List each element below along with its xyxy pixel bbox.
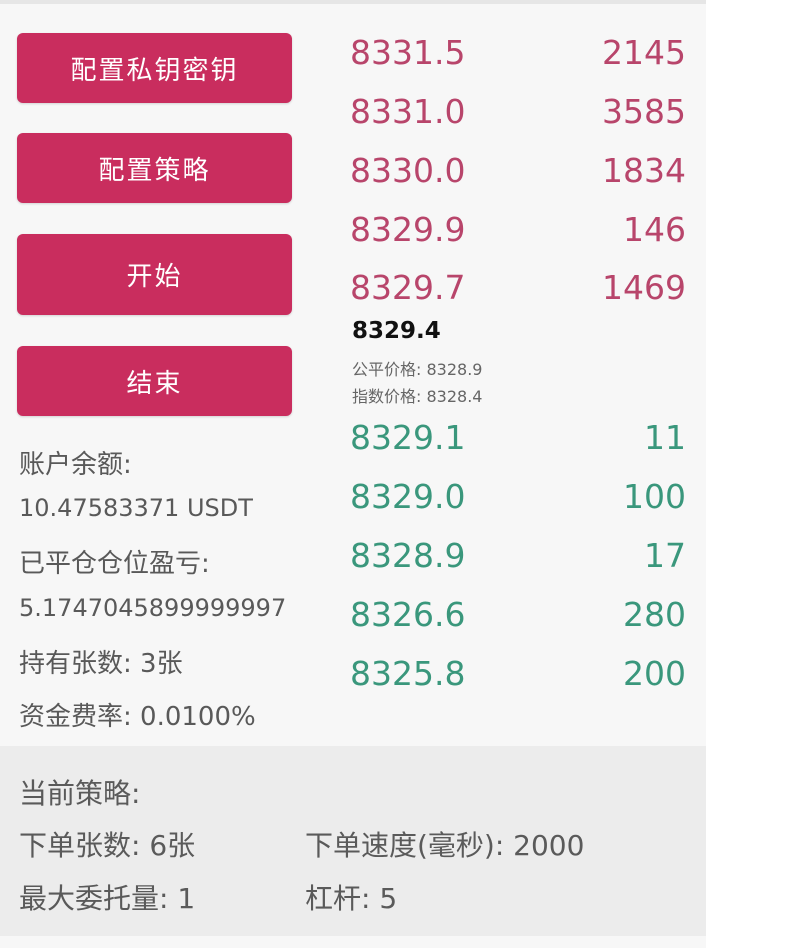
ask-price: 8329.7	[350, 267, 466, 307]
ask-row[interactable]: 8329.7 1469	[350, 262, 686, 312]
ask-row[interactable]: 8331.5 2145	[350, 27, 686, 77]
bid-price: 8329.0	[350, 476, 466, 516]
configure-strategy-button[interactable]: 配置策略	[17, 133, 292, 203]
configure-keys-button[interactable]: 配置私钥密钥	[17, 33, 292, 103]
bid-row[interactable]: 8326.6 280	[350, 589, 686, 639]
bid-price: 8329.1	[350, 417, 466, 457]
bid-size: 200	[623, 653, 686, 693]
bid-price: 8328.9	[350, 535, 466, 575]
leverage-text: 杠杆: 5	[305, 882, 398, 915]
closed-pnl-value: 5.1747045899999997	[19, 594, 287, 622]
strategy-title: 当前策略:	[19, 777, 141, 810]
bid-size: 280	[623, 594, 686, 634]
last-price: 8329.4	[352, 318, 441, 344]
ask-size: 1469	[602, 267, 686, 307]
bid-row[interactable]: 8329.0 100	[350, 471, 686, 521]
bid-price: 8326.6	[350, 594, 466, 634]
bid-row[interactable]: 8325.8 200	[350, 648, 686, 698]
bid-row[interactable]: 8328.9 17	[350, 530, 686, 580]
ask-size: 1834	[602, 150, 686, 190]
ask-price: 8331.0	[350, 91, 466, 131]
ask-row[interactable]: 8330.0 1834	[350, 145, 686, 195]
bid-row[interactable]: 8329.1 11	[350, 412, 686, 462]
trading-panel: 配置私钥密钥 配置策略 开始 结束 账户余额: 10.47583371 USDT…	[0, 0, 706, 948]
ask-size: 3585	[602, 91, 686, 131]
balance-value: 10.47583371 USDT	[19, 494, 253, 522]
order-speed-text: 下单速度(毫秒): 2000	[305, 829, 585, 862]
bid-size: 17	[644, 535, 686, 575]
ask-size: 2145	[602, 32, 686, 72]
fair-price: 公平价格: 8328.9	[352, 360, 483, 379]
start-button[interactable]: 开始	[17, 234, 292, 315]
bid-size: 100	[623, 476, 686, 516]
ask-price: 8330.0	[350, 150, 466, 190]
order-qty-text: 下单张数: 6张	[19, 829, 196, 862]
bid-size: 11	[644, 417, 686, 457]
current-strategy-panel: 当前策略: 下单张数: 6张 下单速度(毫秒): 2000 最大委托量: 1 杠…	[0, 746, 706, 936]
index-price: 指数价格: 8328.4	[352, 387, 483, 406]
ask-price: 8331.5	[350, 32, 466, 72]
top-divider	[0, 0, 706, 4]
balance-label: 账户余额:	[19, 450, 132, 480]
holdings-text: 持有张数: 3张	[19, 649, 183, 679]
stop-button[interactable]: 结束	[17, 346, 292, 416]
ask-price: 8329.9	[350, 209, 466, 249]
bid-price: 8325.8	[350, 653, 466, 693]
ask-row[interactable]: 8329.9 146	[350, 204, 686, 254]
max-orders-text: 最大委托量: 1	[19, 882, 196, 915]
ask-row[interactable]: 8331.0 3585	[350, 86, 686, 136]
closed-pnl-label: 已平仓仓位盈亏:	[19, 549, 210, 579]
funding-rate-text: 资金费率: 0.0100%	[19, 702, 256, 732]
ask-size: 146	[623, 209, 686, 249]
